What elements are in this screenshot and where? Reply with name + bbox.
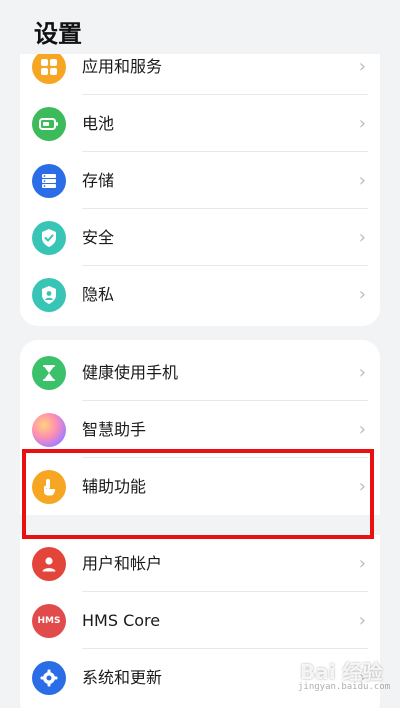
settings-item-smart-assistant[interactable]: 智慧助手 › bbox=[20, 401, 380, 458]
chevron-right-icon: › bbox=[358, 476, 366, 497]
user-icon bbox=[32, 547, 66, 581]
settings-item-label: 智慧助手 bbox=[82, 420, 147, 439]
settings-item-hms-core[interactable]: HMS HMS Core › bbox=[20, 592, 380, 649]
chevron-right-icon: › bbox=[358, 227, 366, 248]
apps-grid-icon bbox=[32, 50, 66, 84]
chevron-right-icon: › bbox=[358, 667, 366, 688]
settings-item-label: 隐私 bbox=[82, 285, 115, 304]
settings-item-label: 安全 bbox=[82, 228, 115, 247]
chevron-right-icon: › bbox=[358, 170, 366, 191]
section-gap bbox=[20, 515, 380, 535]
privacy-icon bbox=[32, 278, 66, 312]
settings-item-digital-balance[interactable]: 健康使用手机 › bbox=[20, 344, 380, 401]
settings-item-privacy[interactable]: 隐私 › bbox=[20, 266, 380, 323]
shield-check-icon bbox=[32, 221, 66, 255]
gear-icon bbox=[32, 661, 66, 695]
hand-pointer-icon bbox=[32, 470, 66, 504]
battery-icon bbox=[32, 107, 66, 141]
hms-icon: HMS bbox=[32, 604, 66, 638]
hourglass-icon bbox=[32, 356, 66, 390]
settings-item-storage[interactable]: 存储 › bbox=[20, 152, 380, 209]
chevron-right-icon: › bbox=[358, 284, 366, 305]
settings-card-1: 应用和服务 › 电池 › 存储 › 安全 › 隐私 › bbox=[20, 38, 380, 326]
settings-item-users-accounts[interactable]: 用户和帐户 › bbox=[20, 535, 380, 592]
page-title: 设置 bbox=[34, 20, 82, 48]
settings-item-label: 健康使用手机 bbox=[82, 363, 179, 382]
settings-item-label: 存储 bbox=[82, 171, 115, 190]
settings-item-label: 系统和更新 bbox=[82, 668, 163, 687]
settings-item-battery[interactable]: 电池 › bbox=[20, 95, 380, 152]
settings-item-label: 辅助功能 bbox=[82, 477, 147, 496]
assistant-orb-icon bbox=[32, 413, 66, 447]
settings-item-security[interactable]: 安全 › bbox=[20, 209, 380, 266]
hms-badge-text: HMS bbox=[37, 616, 61, 626]
chevron-right-icon: › bbox=[358, 419, 366, 440]
chevron-right-icon: › bbox=[358, 610, 366, 631]
header: 设置 bbox=[0, 0, 400, 54]
settings-item-label: 用户和帐户 bbox=[82, 554, 163, 573]
settings-card-2: 健康使用手机 › 智慧助手 › 辅助功能 › 用户和帐户 › HMS HMS C… bbox=[20, 340, 380, 708]
settings-item-label: HMS Core bbox=[82, 611, 161, 630]
chevron-right-icon: › bbox=[358, 362, 366, 383]
settings-item-label: 电池 bbox=[82, 114, 115, 133]
settings-item-accessibility[interactable]: 辅助功能 › bbox=[20, 458, 380, 515]
storage-icon bbox=[32, 164, 66, 198]
chevron-right-icon: › bbox=[358, 553, 366, 574]
settings-item-system-updates[interactable]: 系统和更新 › bbox=[20, 649, 380, 706]
chevron-right-icon: › bbox=[358, 113, 366, 134]
